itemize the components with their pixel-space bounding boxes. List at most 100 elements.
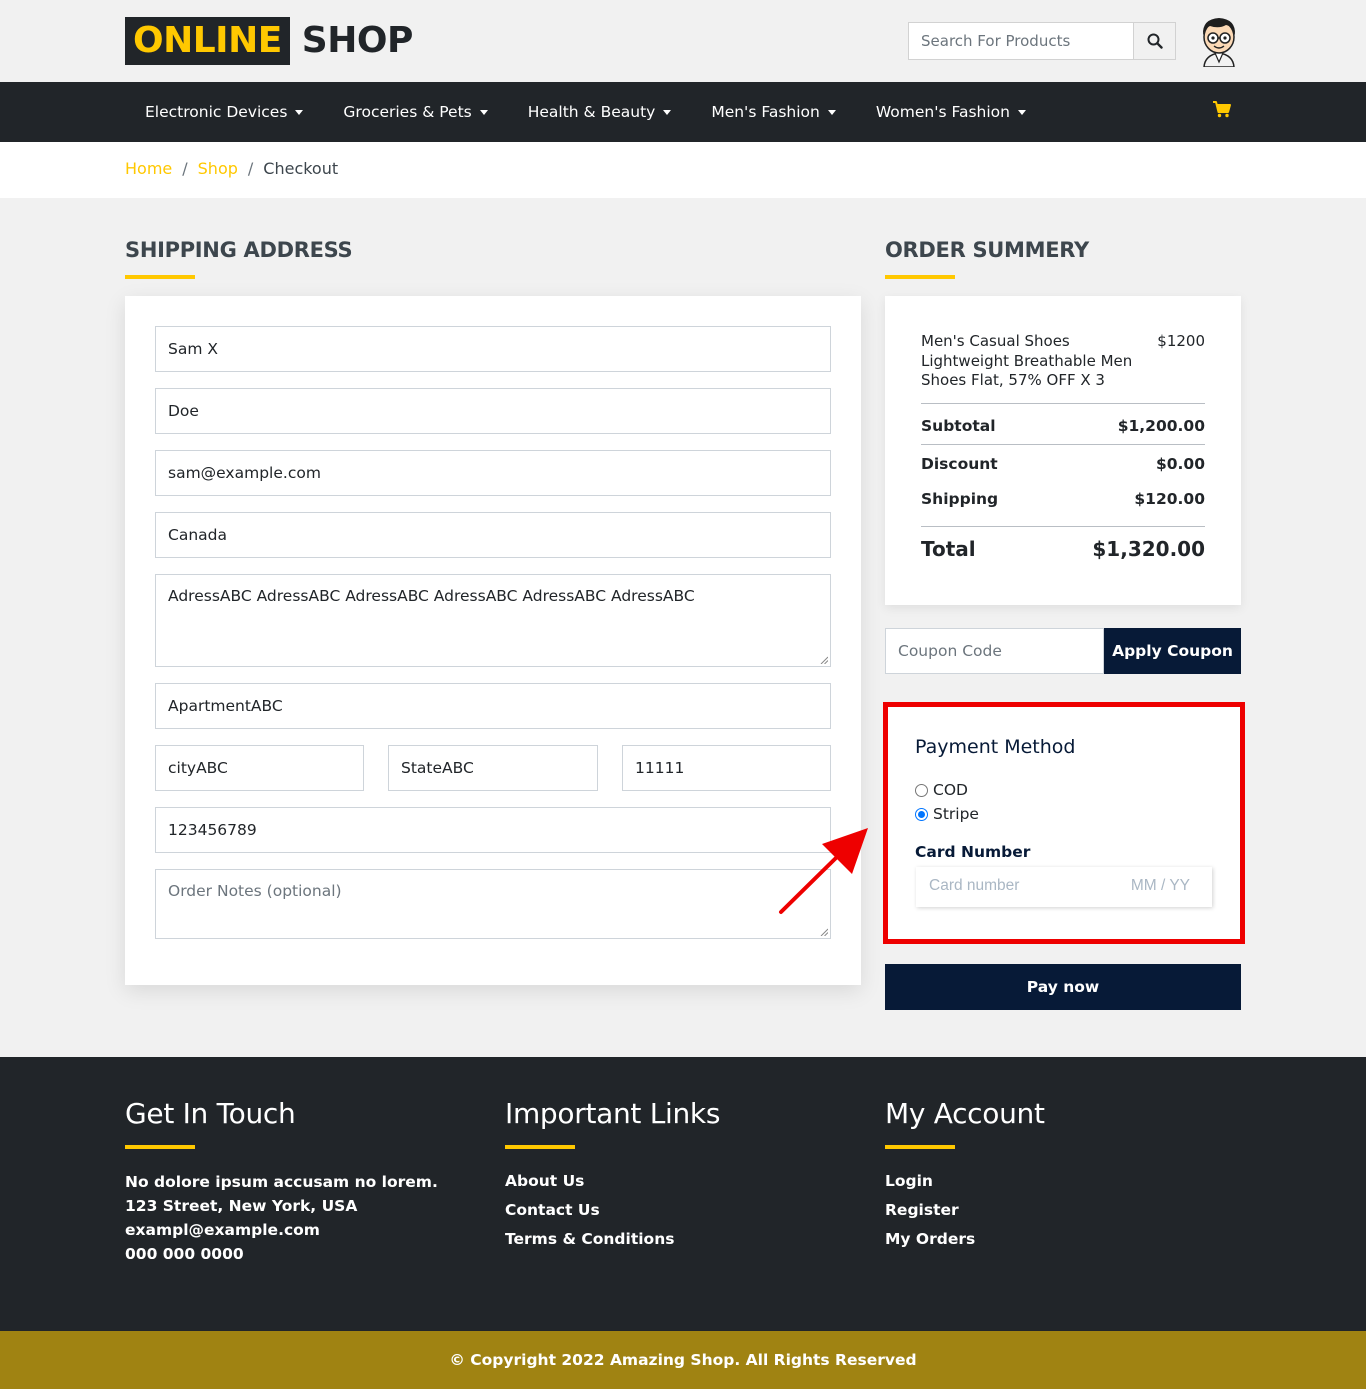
footer-link-about[interactable]: About Us — [505, 1172, 584, 1190]
footer-links-title: Important Links — [505, 1097, 721, 1130]
shipping-label: Shipping — [921, 490, 999, 508]
resize-handle-icon[interactable] — [820, 656, 828, 664]
breadcrumb-separator: / — [247, 159, 254, 178]
search-input[interactable] — [909, 23, 1133, 59]
user-avatar[interactable] — [1196, 15, 1242, 67]
contact-tagline: No dolore ipsum accusam no lorem. — [125, 1173, 438, 1191]
logo-text-online: ONLINE — [125, 17, 290, 65]
search-bar — [908, 22, 1176, 60]
email-field[interactable] — [155, 450, 831, 496]
nav-label: Electronic Devices — [145, 103, 288, 121]
nav-label: Groceries & Pets — [343, 103, 472, 121]
caret-down-icon — [295, 109, 304, 115]
nav-health-beauty[interactable]: Health & Beauty — [508, 82, 692, 142]
card-input-field[interactable]: Card number MM / YY — [916, 867, 1212, 907]
order-notes-field[interactable] — [155, 869, 831, 939]
breadcrumb-separator: / — [182, 159, 188, 178]
total-row: Total $1,320.00 — [921, 537, 1205, 561]
nav-label: Women's Fashion — [875, 103, 1010, 121]
main-navbar: Electronic Devices Groceries & Pets Heal… — [0, 82, 1366, 142]
caret-down-icon — [1017, 109, 1026, 115]
divider — [921, 444, 1205, 445]
nav-womens-fashion[interactable]: Women's Fashion — [856, 82, 1046, 142]
total-label: Total — [921, 537, 976, 561]
payment-method-panel: Payment Method COD Stripe Card Number Ca… — [883, 702, 1245, 944]
footer-contact-title: Get In Touch — [125, 1097, 296, 1130]
nav-label: Health & Beauty — [527, 103, 656, 121]
apartment-field[interactable] — [155, 683, 831, 729]
title-underline — [125, 1145, 195, 1149]
category-menu: Electronic Devices Groceries & Pets Heal… — [125, 82, 1046, 142]
breadcrumb-bar: Home / Shop / Checkout — [0, 142, 1366, 198]
coupon-code-input[interactable] — [885, 628, 1104, 674]
footer-link-contact[interactable]: Contact Us — [505, 1201, 600, 1219]
divider — [921, 526, 1205, 527]
card-number-input[interactable]: Card number — [929, 877, 1019, 895]
nav-mens-fashion[interactable]: Men's Fashion — [691, 82, 856, 142]
order-item-name: Men's Casual Shoes Lightweight Breathabl… — [921, 332, 1133, 389]
nav-groceries-pets[interactable]: Groceries & Pets — [323, 82, 507, 142]
coupon-form: Apply Coupon — [885, 628, 1241, 674]
stripe-radio[interactable] — [915, 807, 928, 821]
caret-down-icon — [663, 109, 672, 115]
top-header: ONLINE SHOP — [0, 0, 1366, 82]
discount-label: Discount — [921, 455, 998, 473]
search-icon — [1147, 33, 1163, 49]
contact-email: exampl@example.com — [125, 1221, 320, 1239]
address-field[interactable]: AdressABC AdressABC AdressABC AdressABC … — [155, 574, 831, 667]
shipping-form: AdressABC AdressABC AdressABC AdressABC … — [125, 296, 861, 985]
country-field[interactable] — [155, 512, 831, 558]
breadcrumb-shop[interactable]: Shop — [198, 159, 238, 178]
search-button[interactable] — [1133, 23, 1175, 59]
city-field[interactable] — [155, 745, 364, 791]
nav-electronic-devices[interactable]: Electronic Devices — [125, 82, 323, 142]
footer-link-orders[interactable]: My Orders — [885, 1230, 975, 1248]
zip-field[interactable] — [622, 745, 831, 791]
last-name-field[interactable] — [155, 388, 831, 434]
shipping-row: Shipping $120.00 — [921, 490, 1205, 508]
copyright-bar: © Copyright 2022 Amazing Shop. All Right… — [0, 1331, 1366, 1389]
stripe-label: Stripe — [933, 805, 979, 823]
payment-option-stripe[interactable]: Stripe — [915, 805, 979, 823]
total-value: $1,320.00 — [1092, 537, 1205, 561]
nav-label: Men's Fashion — [711, 103, 820, 121]
state-field[interactable] — [388, 745, 598, 791]
site-logo[interactable]: ONLINE SHOP — [125, 17, 413, 65]
payment-method-title: Payment Method — [915, 736, 1076, 758]
contact-phone: 000 000 0000 — [125, 1245, 244, 1263]
payment-option-cod[interactable]: COD — [915, 781, 968, 799]
discount-row: Discount $0.00 — [921, 455, 1205, 473]
first-name-field[interactable] — [155, 326, 831, 372]
phone-field[interactable] — [155, 807, 831, 853]
title-underline — [885, 1145, 955, 1149]
subtotal-value: $1,200.00 — [1117, 417, 1205, 435]
pay-now-button[interactable]: Pay now — [885, 964, 1241, 1010]
breadcrumb-current: Checkout — [263, 159, 339, 178]
divider — [921, 403, 1205, 404]
logo-text-shop: SHOP — [301, 20, 414, 61]
cart-icon[interactable] — [1212, 99, 1232, 119]
order-summary-card: Men's Casual Shoes Lightweight Breathabl… — [885, 296, 1241, 605]
contact-address: 123 Street, New York, USA — [125, 1197, 358, 1215]
footer-account-title: My Account — [885, 1097, 1045, 1130]
footer-link-terms[interactable]: Terms & Conditions — [505, 1230, 674, 1248]
card-number-label: Card Number — [915, 843, 1031, 861]
order-summary-title: ORDER SUMMERY — [885, 238, 1089, 262]
shipping-value: $120.00 — [1134, 490, 1205, 508]
title-underline — [885, 275, 955, 279]
footer-link-login[interactable]: Login — [885, 1172, 933, 1190]
resize-handle-icon[interactable] — [820, 928, 828, 936]
subtotal-label: Subtotal — [921, 417, 996, 435]
footer-contact-info: No dolore ipsum accusam no lorem. 123 St… — [125, 1170, 438, 1266]
caret-down-icon — [479, 109, 488, 115]
site-footer: Get In Touch No dolore ipsum accusam no … — [0, 1057, 1366, 1331]
breadcrumb: Home / Shop / Checkout — [125, 159, 338, 178]
title-underline — [505, 1145, 575, 1149]
breadcrumb-home[interactable]: Home — [125, 159, 172, 178]
apply-coupon-button[interactable]: Apply Coupon — [1104, 628, 1241, 674]
card-expiry-input[interactable]: MM / YY — [1131, 877, 1190, 895]
annotation-arrow-icon — [779, 828, 868, 914]
discount-value: $0.00 — [1155, 455, 1205, 473]
cod-radio[interactable] — [915, 783, 928, 797]
footer-link-register[interactable]: Register — [885, 1201, 959, 1219]
